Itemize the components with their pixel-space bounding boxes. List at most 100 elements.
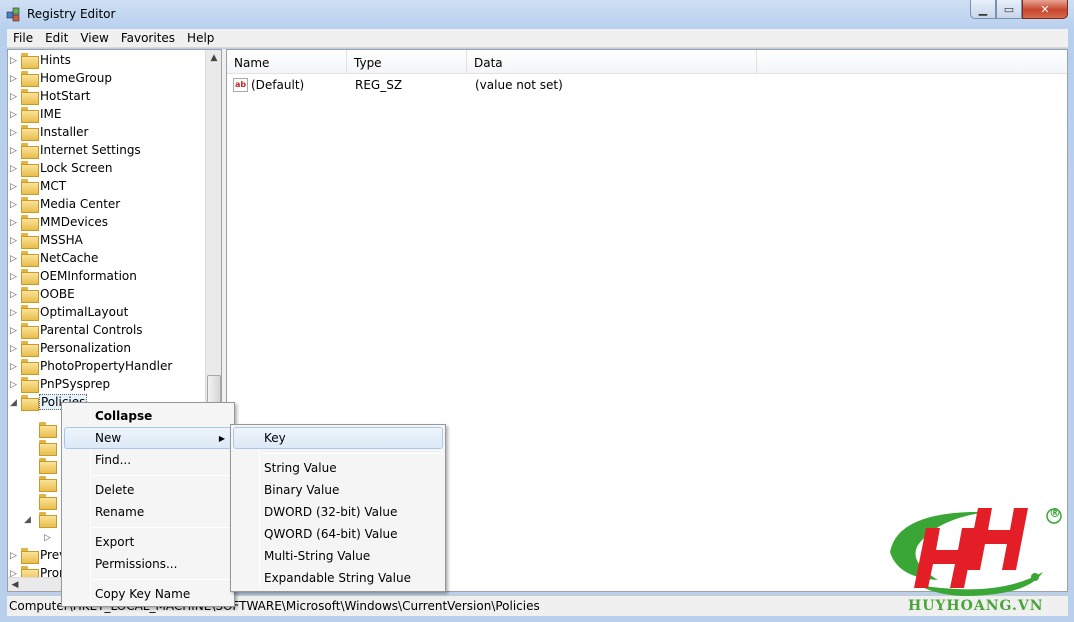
new-dword-value[interactable]: DWORD (32-bit) Value: [233, 501, 443, 523]
column-header-type[interactable]: Type: [347, 50, 467, 74]
tree-item-personalization[interactable]: ▷ Personalization: [8, 340, 204, 358]
folder-icon: [21, 323, 39, 339]
scrollbar-thumb[interactable]: [207, 375, 221, 405]
folder-icon: [21, 143, 39, 159]
expand-arrow-icon[interactable]: ▷: [10, 74, 17, 84]
tree-item-installer[interactable]: ▷ Installer: [8, 124, 204, 142]
expand-arrow-icon[interactable]: ▷: [10, 218, 17, 228]
new-expandable-string-value[interactable]: Expandable String Value: [233, 567, 443, 589]
expand-arrow-icon[interactable]: ▷: [10, 110, 17, 120]
tree-item-oobe[interactable]: ▷ OOBE: [8, 286, 204, 304]
context-copy-key-name[interactable]: Copy Key Name: [64, 583, 232, 605]
menu-edit[interactable]: Edit: [39, 29, 74, 48]
expand-arrow-icon[interactable]: ▷: [10, 551, 17, 561]
tree-item-label: Installer: [40, 125, 89, 139]
context-export[interactable]: Export: [64, 531, 232, 553]
folder-icon: [21, 377, 39, 393]
expand-arrow-icon[interactable]: ▷: [10, 236, 17, 246]
collapse-arrow-icon[interactable]: ◢: [24, 515, 31, 525]
registered-mark: ®: [1049, 506, 1061, 520]
expand-arrow-icon[interactable]: ▷: [10, 200, 17, 210]
scroll-left-icon[interactable]: ◀: [8, 578, 22, 591]
caption-buttons: ▁ ▭ ✕: [970, 0, 1068, 19]
menu-bar: File Edit View Favorites Help: [7, 29, 1068, 48]
column-header-data[interactable]: Data: [467, 50, 757, 74]
expand-arrow-icon[interactable]: ▷: [10, 272, 17, 282]
new-string-value[interactable]: String Value: [233, 457, 443, 479]
tree-item-photopropertyhandler[interactable]: ▷ PhotoPropertyHandler: [8, 358, 204, 376]
folder-icon: [39, 494, 57, 510]
expand-arrow-icon[interactable]: ▷: [10, 380, 17, 390]
expand-arrow-icon[interactable]: ▷: [10, 308, 17, 318]
window-title: Registry Editor: [27, 7, 116, 21]
expand-arrow-icon[interactable]: ▷: [10, 182, 17, 192]
new-key[interactable]: Key: [233, 427, 443, 449]
context-permissions[interactable]: Permissions...: [64, 553, 232, 575]
tree-item-homegroup[interactable]: ▷ HomeGroup: [8, 70, 204, 88]
maximize-icon: ▭: [1003, 2, 1015, 16]
scroll-up-icon[interactable]: ▲: [206, 50, 221, 67]
expand-arrow-icon[interactable]: ▷: [10, 128, 17, 138]
tree-item-hotstart[interactable]: ▷ HotStart: [8, 88, 204, 106]
tree-item-internet-settings[interactable]: ▷ Internet Settings: [8, 142, 204, 160]
tree-item-mct[interactable]: ▷ MCT: [8, 178, 204, 196]
tree-item-lock-screen[interactable]: ▷ Lock Screen: [8, 160, 204, 178]
menu-file[interactable]: File: [7, 29, 39, 48]
value-data: (value not set): [475, 78, 563, 92]
expand-arrow-icon[interactable]: ▷: [10, 146, 17, 156]
value-row-default[interactable]: ab (Default) REG_SZ (value not set): [227, 76, 1067, 94]
submenu-arrow-icon: ▶: [218, 434, 225, 443]
tree-item-ime[interactable]: ▷ IME: [8, 106, 204, 124]
expand-arrow-icon[interactable]: ▷: [10, 290, 17, 300]
expand-arrow-icon[interactable]: ▷: [10, 56, 17, 66]
context-delete[interactable]: Delete: [64, 479, 232, 501]
context-new[interactable]: New ▶: [64, 427, 232, 449]
expand-arrow-icon[interactable]: ▷: [10, 92, 17, 102]
new-multi-string-value[interactable]: Multi-String Value: [233, 545, 443, 567]
registry-editor-window: Registry Editor ▁ ▭ ✕ File Edit View Fav…: [0, 0, 1074, 622]
tree-item-mssha[interactable]: ▷ MSSHA: [8, 232, 204, 250]
new-qword-value[interactable]: QWORD (64-bit) Value: [233, 523, 443, 545]
expand-arrow-icon[interactable]: ▷: [10, 326, 17, 336]
tree-item-pnpsysprep[interactable]: ▷ PnPSysprep: [8, 376, 204, 394]
tree-item-hints[interactable]: ▷ Hints: [8, 52, 204, 70]
tree-item-optimallayout[interactable]: ▷ OptimalLayout: [8, 304, 204, 322]
close-icon: ✕: [1040, 2, 1050, 16]
new-submenu: Key String Value Binary Value DWORD (32-…: [230, 424, 446, 592]
expand-arrow-icon[interactable]: ▷: [10, 344, 17, 354]
tree-item-media-center[interactable]: ▷ Media Center: [8, 196, 204, 214]
tree-item-mmdevices[interactable]: ▷ MMDevices: [8, 214, 204, 232]
tree-item-parental-controls[interactable]: ▷ Parental Controls: [8, 322, 204, 340]
context-new-label: New: [95, 431, 122, 445]
folder-icon: [21, 287, 39, 303]
new-binary-value[interactable]: Binary Value: [233, 479, 443, 501]
folder-icon: [21, 233, 39, 249]
title-bar[interactable]: Registry Editor ▁ ▭ ✕: [0, 0, 1074, 28]
context-find[interactable]: Find...: [64, 449, 232, 471]
expand-arrow-icon[interactable]: ▷: [10, 362, 17, 372]
expand-arrow-icon[interactable]: ▷: [10, 164, 17, 174]
menu-separator: [92, 475, 232, 476]
menu-favorites[interactable]: Favorites: [115, 29, 181, 48]
folder-icon: [21, 53, 39, 69]
collapse-arrow-icon[interactable]: ◢: [10, 398, 17, 408]
menu-view[interactable]: View: [74, 29, 114, 48]
value-type: REG_SZ: [355, 78, 403, 92]
minimize-button[interactable]: ▁: [970, 0, 996, 19]
tree-item-label: MMDevices: [40, 215, 108, 229]
folder-icon: [21, 125, 39, 141]
context-collapse[interactable]: Collapse: [64, 405, 232, 427]
menu-help[interactable]: Help: [181, 29, 220, 48]
expand-arrow-icon[interactable]: ▷: [44, 533, 51, 543]
tree-item-netcache[interactable]: ▷ NetCache: [8, 250, 204, 268]
close-button[interactable]: ✕: [1022, 0, 1068, 19]
maximize-button[interactable]: ▭: [996, 0, 1022, 19]
context-rename[interactable]: Rename: [64, 501, 232, 523]
tree-item-oeminformation[interactable]: ▷ OEMInformation: [8, 268, 204, 286]
column-header-name[interactable]: Name: [227, 50, 347, 74]
tree-item-label: PhotoPropertyHandler: [40, 359, 173, 373]
expand-arrow-icon[interactable]: ▷: [10, 254, 17, 264]
tree-item-label: OEMInformation: [40, 269, 137, 283]
tree-item-label: OOBE: [40, 287, 75, 301]
tree-item-label: Lock Screen: [40, 161, 113, 175]
